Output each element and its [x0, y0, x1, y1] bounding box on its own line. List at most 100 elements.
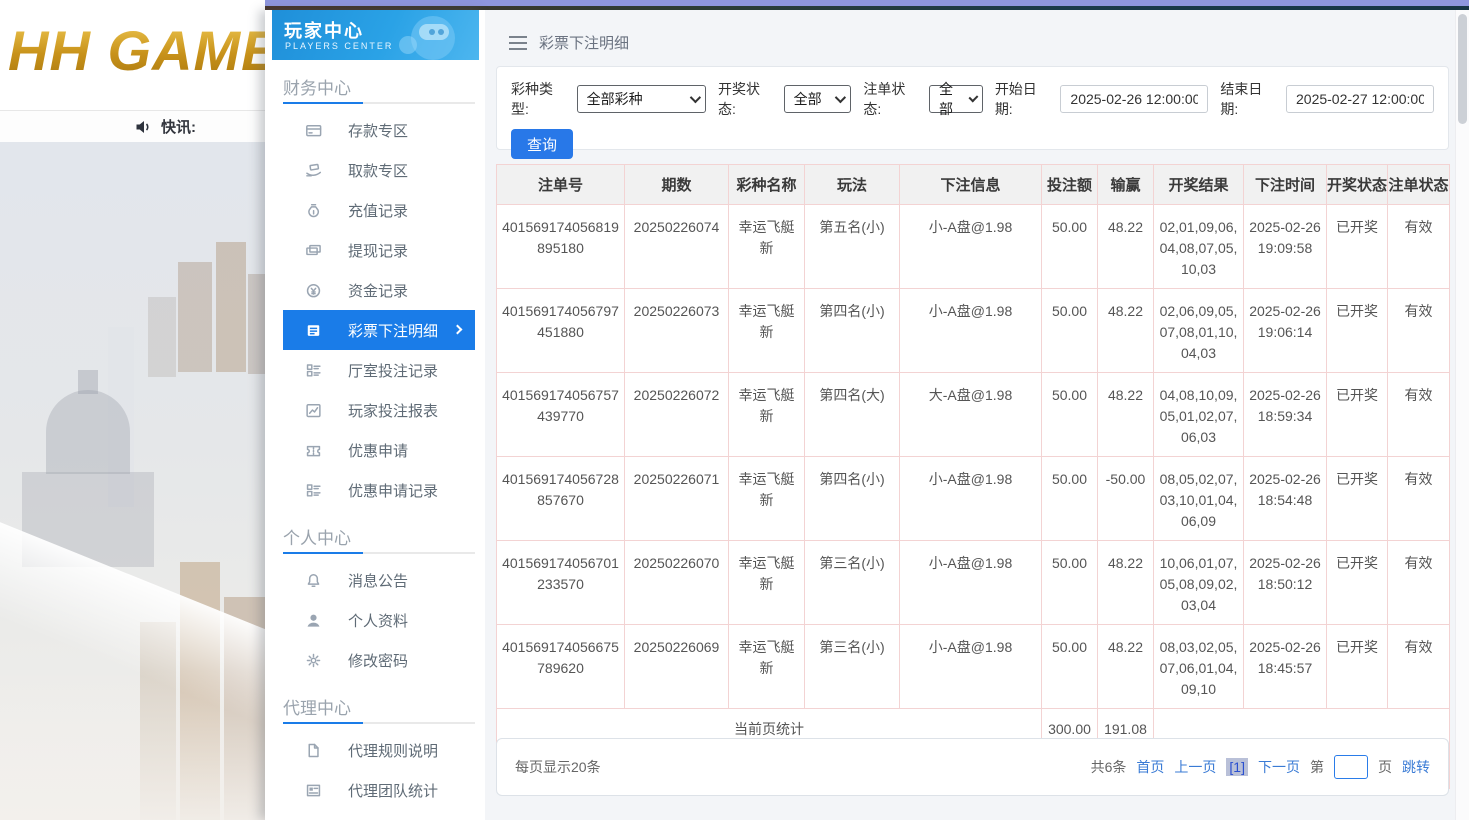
scrollbar-thumb[interactable] [1458, 14, 1467, 124]
sidebar-item-agent-rules[interactable]: 代理规则说明 [283, 730, 475, 770]
page: HH GAME 快讯: 玩家中心 [0, 0, 1469, 820]
sidebar-section-title: 代理中心 [283, 694, 475, 722]
cell-order-status: 有效 [1388, 205, 1450, 289]
cell-order-no: 401569174056675789620 [497, 625, 625, 709]
cell-period: 20250226072 [625, 373, 729, 457]
order-status-label: 注单状态: [863, 79, 923, 119]
cell-result: 08,03,02,05,07,06,01,04,09,10 [1154, 625, 1244, 709]
cell-order-status: 有效 [1388, 457, 1450, 541]
chevron-down-icon [835, 92, 846, 103]
sidebar-item-lottery-bet-detail[interactable]: 彩票下注明细 [283, 310, 475, 350]
section-divider [283, 102, 475, 104]
sidebar-item-promo-apply[interactable]: 优惠申请 [283, 430, 475, 470]
sidebar-item-label: 代理规则说明 [348, 740, 438, 761]
bell-icon [305, 572, 322, 589]
sidebar-item-withdraw-record[interactable]: 提现记录 [283, 230, 475, 270]
cell-period: 20250226071 [625, 457, 729, 541]
column-header: 投注额 [1042, 165, 1098, 205]
cell-order-status: 有效 [1388, 373, 1450, 457]
cell-amount: 50.00 [1042, 625, 1098, 709]
column-header: 玩法 [805, 165, 900, 205]
cell-order-no: 401569174056797451880 [497, 289, 625, 373]
newspaper-icon [305, 782, 322, 799]
sidebar-item-label: 个人资料 [348, 610, 408, 631]
sidebar-item-profile[interactable]: 个人资料 [283, 600, 475, 640]
cell-winloss: 48.22 [1098, 541, 1154, 625]
sidebar-item-promo-apply-record[interactable]: 优惠申请记录 [283, 470, 475, 510]
start-date-input[interactable] [1060, 85, 1208, 113]
sidebar-item-label: 充值记录 [348, 200, 408, 221]
next-page-link[interactable]: 下一页 [1258, 757, 1300, 777]
cell-order-status: 有效 [1388, 289, 1450, 373]
cell-result: 04,08,10,09,05,01,02,07,06,03 [1154, 373, 1244, 457]
sidebar-item-label: 优惠申请记录 [348, 480, 438, 501]
column-header: 输赢 [1098, 165, 1154, 205]
sidebar-item-label: 厅室投注记录 [348, 360, 438, 381]
cell-bet-info: 小-A盘@1.98 [900, 457, 1042, 541]
sidebar-item-recharge-record[interactable]: 充值记录 [283, 190, 475, 230]
chevron-right-icon [453, 325, 463, 335]
first-page-link[interactable]: 首页 [1136, 757, 1164, 777]
cell-draw-status: 已开奖 [1327, 541, 1388, 625]
sidebar-item-room-bet-record[interactable]: 厅室投注记录 [283, 350, 475, 390]
cell-lottery: 幸运飞艇新 [729, 289, 805, 373]
cell-order-no: 401569174056701233570 [497, 541, 625, 625]
bet-detail-table: 注单号期数彩种名称玩法下注信息投注额输赢开奖结果下注时间开奖状态注单状态 401… [496, 164, 1450, 789]
cell-winloss: 48.22 [1098, 289, 1154, 373]
sidebar-item-funds-record[interactable]: 资金记录 [283, 270, 475, 310]
cell-lottery: 幸运飞艇新 [729, 625, 805, 709]
current-page-indicator: [1] [1226, 758, 1248, 776]
sidebar-item-messages[interactable]: 消息公告 [283, 560, 475, 600]
sidebar-item-deposit-zone[interactable]: 存款专区 [283, 110, 475, 150]
draw-status-select[interactable]: 全部 [784, 85, 852, 113]
background-image [0, 142, 265, 820]
record-list-icon [305, 362, 322, 379]
cell-bet-info: 大-A盘@1.98 [900, 373, 1042, 457]
cell-time: 2025-02-26 18:54:48 [1244, 457, 1327, 541]
prev-page-link[interactable]: 上一页 [1174, 757, 1216, 777]
table-row: 40156917405675743977020250226072幸运飞艇新第四名… [497, 373, 1450, 457]
filter-panel: 彩种类型: 全部彩种 开奖状态: 全部 注单状态: 全部 开始日期: 结束日期: [496, 66, 1449, 150]
column-header: 下注时间 [1244, 165, 1327, 205]
end-date-input[interactable] [1286, 85, 1434, 113]
cell-order-no: 401569174056728857670 [497, 457, 625, 541]
cell-lottery: 幸运飞艇新 [729, 205, 805, 289]
cell-winloss: 48.22 [1098, 205, 1154, 289]
sidebar-item-change-password[interactable]: 修改密码 [283, 640, 475, 680]
sidebar-subtitle: PLAYERS CENTER [285, 41, 393, 51]
cell-period: 20250226073 [625, 289, 729, 373]
table-row: 40156917405679745188020250226073幸运飞艇新第四名… [497, 289, 1450, 373]
sidebar-item-label: 优惠申请 [348, 440, 408, 461]
sidebar-item-label: 彩票下注明细 [348, 320, 438, 341]
menu-toggle-icon[interactable] [509, 36, 527, 50]
cell-bet-info: 小-A盘@1.98 [900, 625, 1042, 709]
table-row: 40156917405681989518020250226074幸运飞艇新第五名… [497, 205, 1450, 289]
cell-play: 第三名(小) [805, 541, 900, 625]
sidebar-item-player-bet-report[interactable]: 玩家投注报表 [283, 390, 475, 430]
end-date-label: 结束日期: [1220, 79, 1280, 119]
order-status-select[interactable]: 全部 [929, 85, 983, 113]
sidebar-item-withdraw-zone[interactable]: 取款专区 [283, 150, 475, 190]
money-bag-icon [305, 202, 322, 219]
sidebar-item-label: 资金记录 [348, 280, 408, 301]
cell-draw-status: 已开奖 [1327, 289, 1388, 373]
column-header: 期数 [625, 165, 729, 205]
cell-time: 2025-02-26 19:06:14 [1244, 289, 1327, 373]
scrollbar-track[interactable] [1455, 10, 1469, 820]
sidebar-header: 玩家中心 PLAYERS CENTER [272, 10, 479, 60]
section-divider [283, 552, 475, 554]
cell-order-no: 401569174056757439770 [497, 373, 625, 457]
withdraw-hand-icon [305, 162, 322, 179]
gear-icon [305, 652, 322, 669]
cell-order-status: 有效 [1388, 625, 1450, 709]
sidebar-item-label: 玩家投注报表 [348, 400, 438, 421]
sidebar-item-agent-team-stats[interactable]: 代理团队统计 [283, 770, 475, 810]
lottery-type-select[interactable]: 全部彩种 [577, 85, 706, 113]
cell-amount: 50.00 [1042, 541, 1098, 625]
search-button[interactable]: 查询 [511, 129, 573, 159]
table-row: 40156917405672885767020250226071幸运飞艇新第四名… [497, 457, 1450, 541]
total-count-text: 共6条 [1091, 757, 1127, 777]
jump-button[interactable]: 跳转 [1402, 757, 1430, 777]
cell-draw-status: 已开奖 [1327, 373, 1388, 457]
jump-page-input[interactable] [1334, 755, 1368, 779]
